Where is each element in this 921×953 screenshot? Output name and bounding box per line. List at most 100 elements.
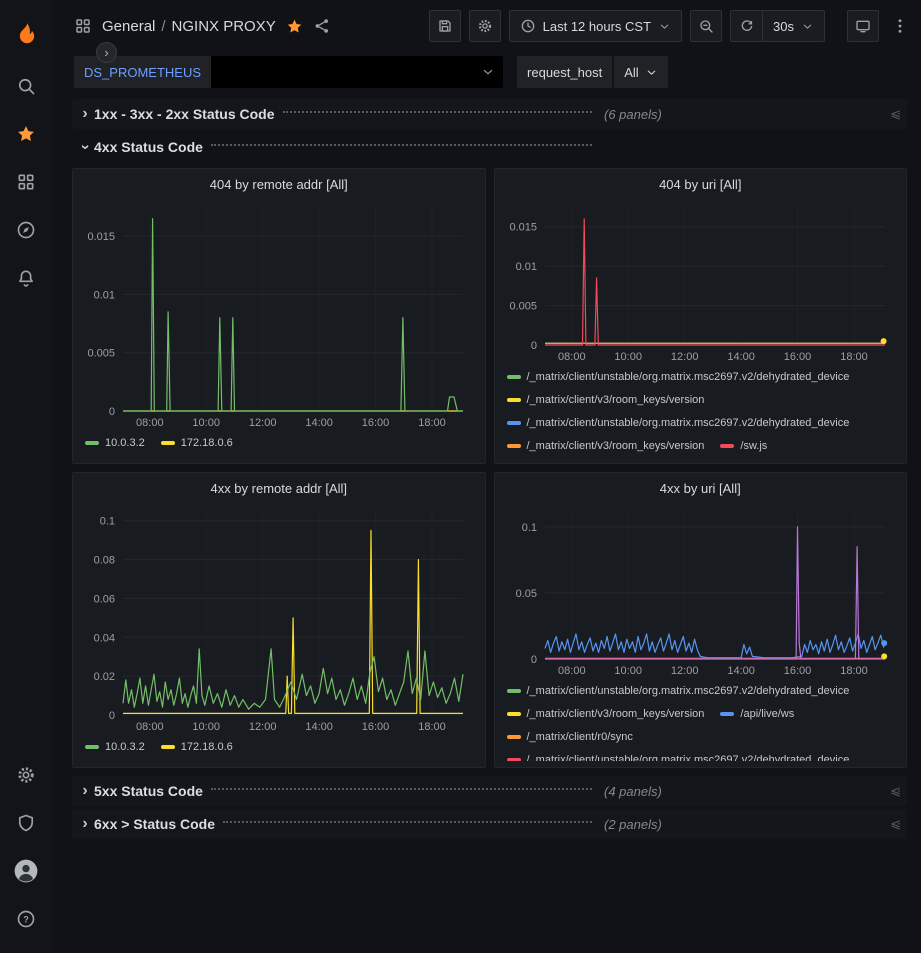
kebab-menu-icon[interactable] [891, 17, 909, 35]
explore-compass-icon[interactable] [4, 210, 48, 250]
svg-text:08:00: 08:00 [136, 417, 164, 429]
legend-item[interactable]: /_matrix/client/v3/room_keys/version [507, 389, 705, 411]
dotted-leader [223, 821, 592, 823]
panel-title[interactable]: 404 by remote addr [All] [81, 173, 477, 197]
row-title[interactable]: 6xx > Status Code [94, 816, 215, 832]
breadcrumb-folder[interactable]: General [102, 18, 155, 35]
legend-item[interactable]: /_matrix/client/r0/sync [507, 726, 633, 748]
tv-mode-button[interactable] [847, 10, 879, 42]
legend-swatch [507, 444, 521, 448]
svg-text:18:00: 18:00 [418, 721, 446, 733]
legend-swatch [507, 398, 521, 402]
dashboard-title[interactable]: NGINX PROXY [172, 18, 276, 35]
alerting-bell-icon[interactable] [4, 258, 48, 298]
zoom-out-button[interactable] [690, 10, 722, 42]
help-icon[interactable]: ? [4, 899, 48, 939]
legend-swatch [720, 444, 734, 448]
row-5xx[interactable]: › 5xx Status Code (4 panels) ⩿ [72, 776, 907, 806]
row-1xx-3xx-2xx[interactable]: › 1xx - 3xx - 2xx Status Code (6 panels)… [72, 99, 907, 129]
svg-text:0.01: 0.01 [94, 289, 115, 301]
row-title[interactable]: 1xx - 3xx - 2xx Status Code [94, 106, 275, 122]
panel-title[interactable]: 4xx by remote addr [All] [81, 477, 477, 501]
legend-item[interactable]: /api/live/ws [720, 703, 794, 725]
search-icon[interactable] [4, 66, 48, 106]
chevron-down-icon: › [76, 138, 94, 156]
legend-item[interactable]: 10.0.3.2 [85, 432, 145, 454]
legend-item[interactable]: /_matrix/client/unstable/org.matrix.msc2… [507, 366, 850, 388]
configuration-gear-icon[interactable] [4, 755, 48, 795]
server-admin-shield-icon[interactable] [4, 803, 48, 843]
monitor-icon [855, 18, 871, 34]
time-range-label: Last 12 hours CST [543, 19, 651, 34]
legend-item[interactable]: /_matrix/client/unstable/org.matrix.msc2… [507, 749, 850, 761]
legend-item[interactable]: 172.18.0.6 [161, 432, 233, 454]
svg-text:10:00: 10:00 [192, 417, 220, 429]
drag-handle-icon[interactable]: ⩿ [890, 783, 903, 799]
svg-text:14:00: 14:00 [305, 417, 333, 429]
svg-text:08:00: 08:00 [136, 721, 164, 733]
chevron-down-icon [645, 66, 658, 79]
legend-swatch [507, 758, 521, 761]
legend-item[interactable]: /sw.js [720, 435, 767, 457]
share-icon[interactable] [313, 17, 331, 35]
grafana-logo-icon[interactable] [4, 12, 48, 52]
row-title[interactable]: 5xx Status Code [94, 783, 203, 799]
star-icon[interactable] [286, 18, 303, 35]
request-host-variable: request_host All [517, 56, 668, 88]
legend-item[interactable]: /_matrix/client/v3/room_keys/version [507, 703, 705, 725]
row-6xx[interactable]: › 6xx > Status Code (2 panels) ⩿ [72, 809, 907, 839]
svg-text:0.015: 0.015 [87, 231, 115, 243]
request-host-variable-label[interactable]: request_host [517, 56, 612, 88]
refresh-button[interactable] [730, 10, 762, 42]
svg-text:08:00: 08:00 [558, 665, 586, 677]
dashboards-icon[interactable] [4, 162, 48, 202]
panel-legend: 10.0.3.2 172.18.0.6 [81, 735, 477, 761]
legend-item[interactable]: /_matrix/client/unstable/org.matrix.msc2… [507, 680, 850, 702]
svg-text:0.005: 0.005 [87, 348, 115, 360]
svg-text:14:00: 14:00 [727, 351, 755, 363]
svg-text:0: 0 [109, 710, 115, 722]
sidebar-expand-button[interactable]: › [96, 42, 117, 63]
request-host-variable-select[interactable]: All [614, 56, 667, 88]
legend-swatch [507, 375, 521, 379]
row-title[interactable]: 4xx Status Code [94, 139, 203, 155]
time-series-chart[interactable]: 00.0050.010.01508:0010:0012:0014:0016:00… [81, 197, 477, 431]
drag-handle-icon[interactable]: ⩿ [890, 816, 903, 832]
panel-title[interactable]: 404 by uri [All] [503, 173, 899, 197]
dotted-leader [211, 144, 592, 146]
svg-text:?: ? [23, 914, 29, 924]
time-series-chart[interactable]: 00.020.040.060.080.108:0010:0012:0014:00… [81, 501, 477, 735]
drag-handle-icon[interactable]: ⩿ [890, 106, 903, 122]
refresh-interval-dropdown[interactable]: 30s [762, 10, 825, 42]
time-range-picker[interactable]: Last 12 hours CST [509, 10, 682, 42]
dashboard-settings-button[interactable] [469, 10, 501, 42]
datasource-variable-label[interactable]: DS_PROMETHEUS [74, 56, 211, 88]
svg-text:0: 0 [530, 340, 536, 352]
datasource-variable: DS_PROMETHEUS [74, 56, 503, 88]
panel-title[interactable]: 4xx by uri [All] [503, 477, 899, 501]
legend-swatch [85, 745, 99, 749]
legend-item[interactable]: 10.0.3.2 [85, 736, 145, 758]
dashboard-grid-icon[interactable] [74, 17, 92, 35]
svg-text:0: 0 [530, 654, 536, 666]
svg-text:0: 0 [109, 406, 115, 418]
svg-text:0.05: 0.05 [515, 588, 536, 600]
legend-item[interactable]: 172.18.0.6 [161, 736, 233, 758]
dotted-leader [283, 111, 592, 113]
legend-item[interactable]: /_matrix/client/unstable/org.matrix.msc2… [507, 412, 850, 434]
chevron-down-icon [801, 20, 814, 33]
profile-avatar[interactable] [4, 851, 48, 891]
refresh-icon [739, 18, 755, 34]
sidebar: ? [0, 0, 52, 953]
legend-item[interactable]: /_matrix/client/v3/room_keys/version [507, 435, 705, 457]
starred-dashboards-icon[interactable] [4, 114, 48, 154]
save-dashboard-button[interactable] [429, 10, 461, 42]
row-4xx[interactable]: › 4xx Status Code [72, 132, 907, 162]
top-navbar: General / NGINX PROXY Last 12 hours [52, 0, 921, 52]
time-series-chart[interactable]: 00.0050.010.01508:0010:0012:0014:0016:00… [503, 197, 899, 365]
datasource-variable-select[interactable] [211, 56, 503, 88]
breadcrumb: General / NGINX PROXY [102, 18, 276, 35]
svg-text:18:00: 18:00 [840, 665, 868, 677]
time-series-chart[interactable]: 00.050.108:0010:0012:0014:0016:0018:00 [503, 501, 899, 679]
svg-text:0.08: 0.08 [94, 555, 115, 567]
